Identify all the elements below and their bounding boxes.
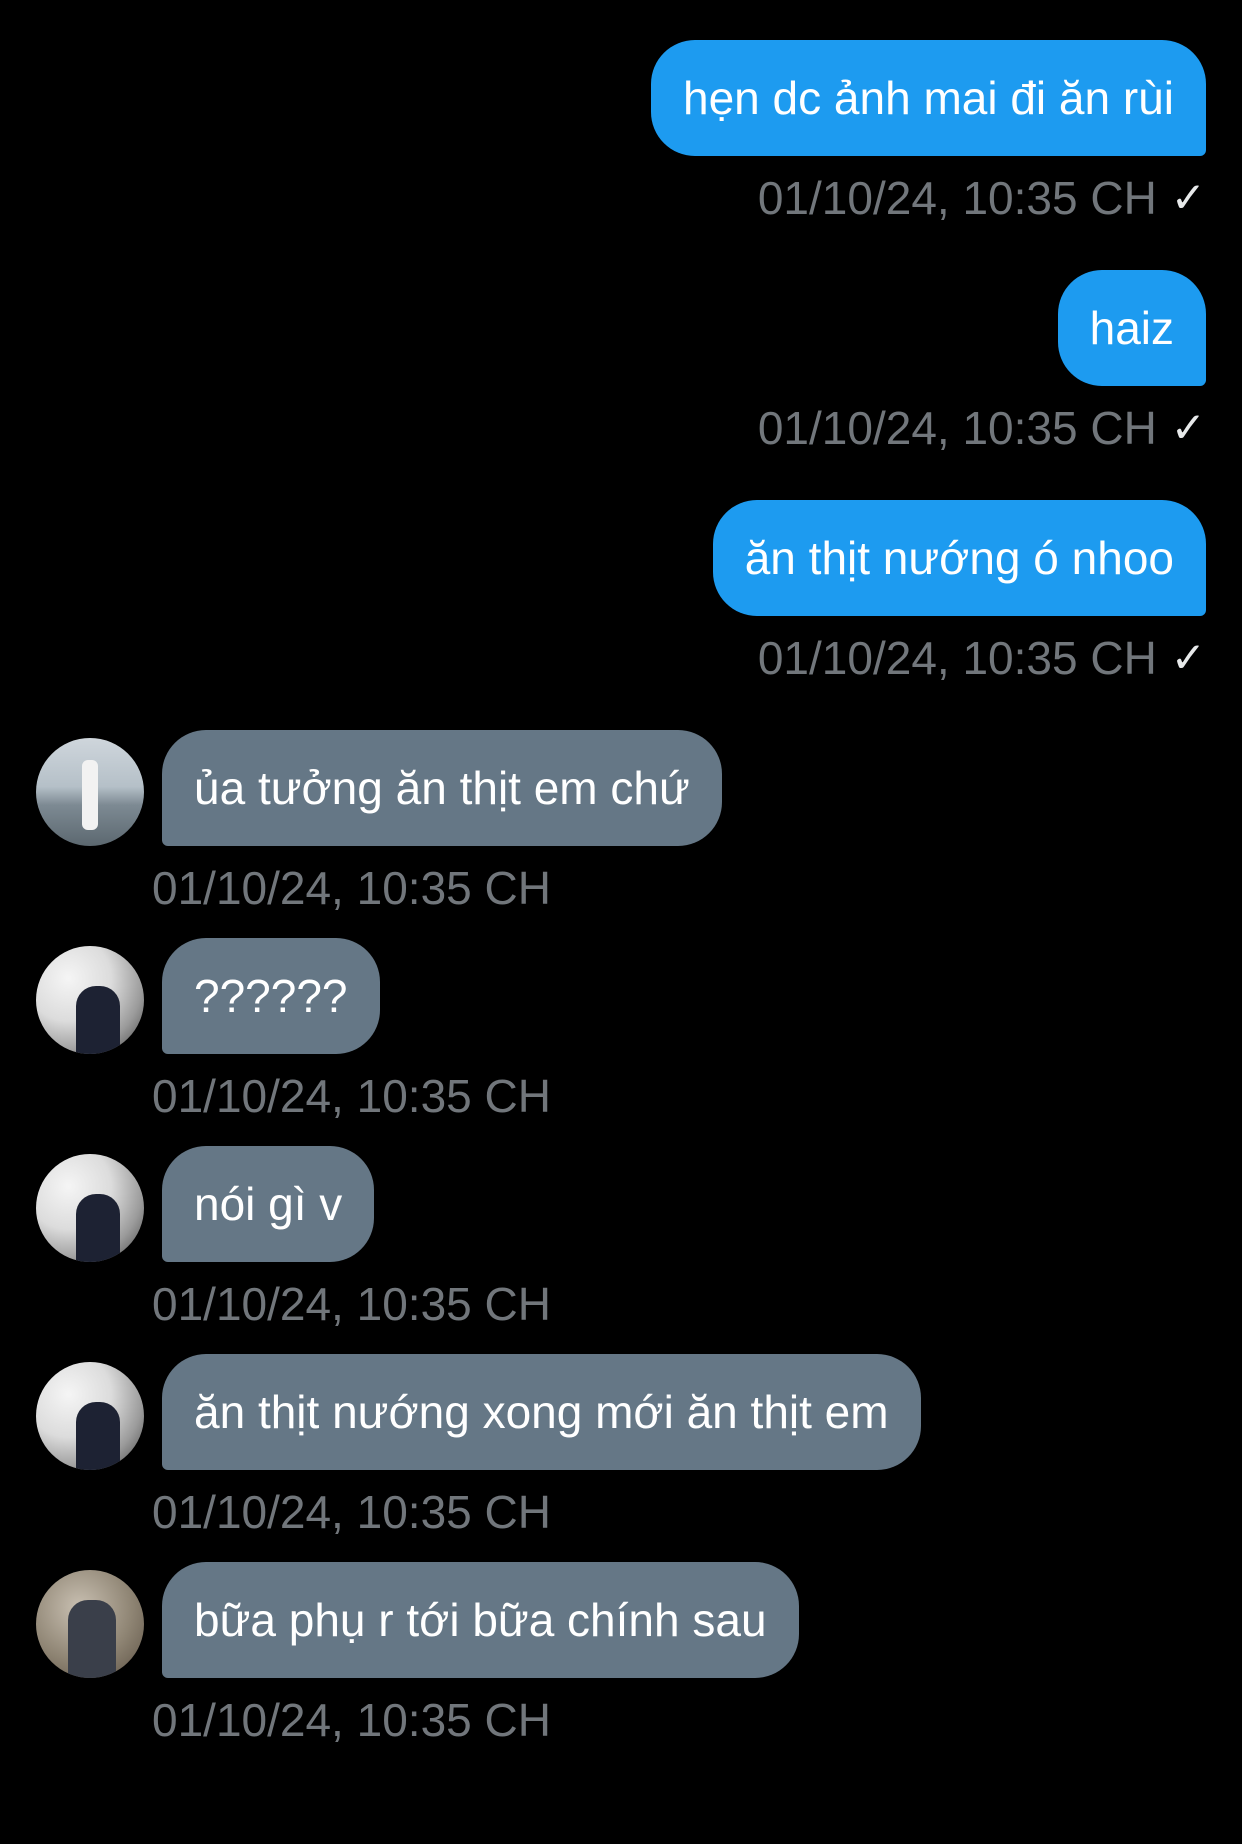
message-timestamp: 01/10/24, 10:35 CH	[152, 1070, 551, 1122]
message-bubble[interactable]: haiz	[1057, 270, 1206, 386]
message-timestamp: 01/10/24, 10:35 CH	[757, 402, 1157, 454]
message-timestamp: 01/10/24, 10:35 CH	[152, 1486, 551, 1538]
message-incoming: ăn thịt nướng xong mới ăn thịt em 01/10/…	[0, 1354, 1242, 1562]
avatar-photo-icon[interactable]	[36, 946, 144, 1054]
message-incoming: ủa tưởng ăn thịt em chứ 01/10/24, 10:35 …	[0, 730, 1242, 938]
message-bubble[interactable]: nói gì v	[162, 1146, 375, 1262]
message-meta: 01/10/24, 10:35 CH ✓	[758, 630, 1206, 686]
message-bubble[interactable]: ăn thịt nướng ó nhoo	[712, 500, 1206, 616]
message-timestamp: 01/10/24, 10:35 CH	[757, 632, 1157, 684]
message-meta: 01/10/24, 10:35 CH ✓	[758, 170, 1206, 226]
avatar-photo-icon[interactable]	[36, 1570, 144, 1678]
message-bubble[interactable]: ??????	[162, 938, 380, 1054]
message-bubble[interactable]: hẹn dc ảnh mai đi ăn rùi	[651, 40, 1206, 156]
check-icon: ✓	[1170, 403, 1206, 452]
message-incoming: bữa phụ r tới bữa chính sau 01/10/24, 10…	[0, 1562, 1242, 1770]
message-timestamp: 01/10/24, 10:35 CH	[152, 862, 551, 914]
avatar-photo-icon[interactable]	[36, 1362, 144, 1470]
message-outgoing: ăn thịt nướng ó nhoo 01/10/24, 10:35 CH …	[0, 500, 1242, 730]
message-bubble[interactable]: ăn thịt nướng xong mới ăn thịt em	[162, 1354, 921, 1470]
message-outgoing: haiz 01/10/24, 10:35 CH ✓	[0, 270, 1242, 500]
message-bubble[interactable]: bữa phụ r tới bữa chính sau	[162, 1562, 799, 1678]
avatar-photo-icon[interactable]	[36, 738, 144, 846]
message-outgoing: hẹn dc ảnh mai đi ăn rùi 01/10/24, 10:35…	[0, 40, 1242, 270]
message-timestamp: 01/10/24, 10:35 CH	[757, 172, 1157, 224]
check-icon: ✓	[1170, 173, 1206, 222]
message-timestamp: 01/10/24, 10:35 CH	[152, 1278, 551, 1330]
message-bubble[interactable]: ủa tưởng ăn thịt em chứ	[162, 730, 722, 846]
check-icon: ✓	[1170, 633, 1206, 682]
message-incoming: ?????? 01/10/24, 10:35 CH	[0, 938, 1242, 1146]
conversation: hẹn dc ảnh mai đi ăn rùi 01/10/24, 10:35…	[0, 40, 1242, 1770]
message-timestamp: 01/10/24, 10:35 CH	[152, 1694, 551, 1746]
avatar-photo-icon[interactable]	[36, 1154, 144, 1262]
message-incoming: nói gì v 01/10/24, 10:35 CH	[0, 1146, 1242, 1354]
message-meta: 01/10/24, 10:35 CH ✓	[758, 400, 1206, 456]
